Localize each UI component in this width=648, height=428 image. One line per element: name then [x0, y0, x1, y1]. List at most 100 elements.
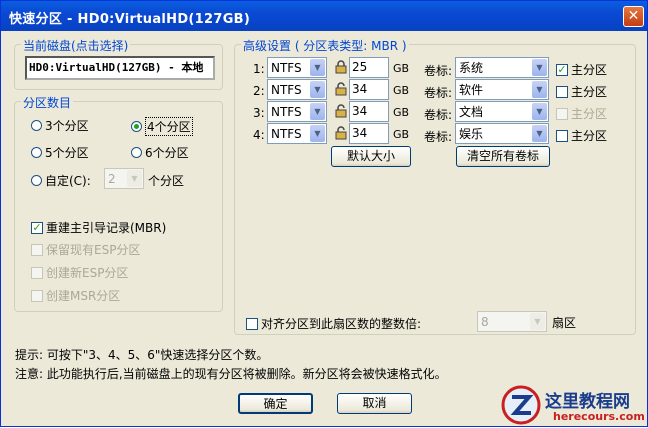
volume-label-text: 卷标:	[424, 130, 453, 144]
lock-open-icon[interactable]	[335, 126, 347, 140]
fs-value: NTFS	[271, 126, 302, 141]
chevron-down-icon[interactable]: ▼	[310, 81, 325, 98]
fs-value: NTFS	[271, 60, 302, 75]
partition-1-size-input[interactable]: 25	[349, 57, 389, 78]
title-bar[interactable]: 快速分区 - HD0:VirtualHD(127GB) ✕	[1, 1, 647, 31]
clear-labels-button[interactable]: 清空所有卷标	[456, 146, 550, 167]
checkbox-label: 对齐分区到此扇区数的整数倍:	[261, 317, 422, 331]
radio-button-selected[interactable]	[131, 121, 142, 132]
radio-label: 3个分区	[45, 119, 89, 133]
keep-esp-checkbox[interactable]: 保留现有ESP分区	[31, 241, 140, 258]
checkbox-disabled[interactable]	[556, 107, 568, 120]
lock-closed-icon[interactable]	[335, 60, 347, 74]
partition-3-volume-select[interactable]: 文档 ▼	[455, 101, 549, 122]
default-size-button[interactable]: 默认大小	[331, 146, 411, 167]
checkbox-disabled[interactable]	[31, 289, 43, 302]
checkbox-label: 重建主引导记录(MBR)	[46, 221, 167, 235]
window-title: 快速分区 - HD0:VirtualHD(127GB)	[9, 12, 251, 27]
checkbox-label: 主分区	[571, 107, 608, 121]
checkbox-checked[interactable]: ✓	[31, 221, 43, 234]
partition-4-volume-select[interactable]: 娱乐 ▼	[455, 123, 549, 144]
partition-2-volume-select[interactable]: 软件 ▼	[455, 79, 549, 100]
watermark-title: 这里教程网	[545, 392, 630, 412]
checkbox-label: 主分区	[571, 85, 608, 99]
watermark-url: herecours.com	[553, 410, 645, 423]
radio-label: 自定(C):	[45, 174, 91, 188]
chevron-down-icon[interactable]: ▼	[532, 59, 547, 76]
watermark-logo: 这里教程网 herecours.com	[499, 385, 648, 428]
quick-partition-dialog: 快速分区 - HD0:VirtualHD(127GB) ✕ 当前磁盘(点击选择)…	[0, 0, 648, 427]
partition-4-size-input[interactable]: 34	[349, 123, 389, 144]
partition-1-primary-checkbox[interactable]: ✓ 主分区	[556, 61, 607, 78]
checkbox[interactable]	[556, 85, 568, 98]
advanced-settings-label: 高级设置 ( 分区表类型: MBR )	[241, 37, 409, 54]
chevron-down-icon[interactable]: ▼	[310, 125, 325, 142]
fs-value: NTFS	[271, 82, 302, 97]
radio-5-partitions[interactable]: 5个分区	[31, 144, 89, 161]
lock-open-icon[interactable]	[335, 82, 347, 96]
checkbox-label: 主分区	[571, 63, 608, 77]
partition-4-number: 4:	[253, 128, 265, 142]
chevron-down-icon[interactable]: ▼	[532, 103, 547, 120]
volume-value: 系统	[459, 61, 484, 75]
volume-value: 娱乐	[459, 127, 484, 141]
radio-label: 5个分区	[45, 146, 89, 160]
warning-text: 注意: 此功能执行后,当前磁盘上的现有分区将被删除。新分区将会被快速格式化。	[15, 367, 447, 381]
checkbox[interactable]	[556, 129, 568, 142]
align-partition-checkbox[interactable]: 对齐分区到此扇区数的整数倍:	[246, 315, 421, 332]
custom-count-value: 2	[108, 171, 116, 186]
radio-button[interactable]	[131, 147, 142, 158]
partition-3-size-input[interactable]: 34	[349, 101, 389, 122]
partition-3-number: 3:	[253, 106, 265, 120]
ok-button[interactable]: 确定	[238, 393, 313, 414]
radio-3-partitions[interactable]: 3个分区	[31, 117, 89, 134]
partition-2-number: 2:	[253, 84, 265, 98]
align-sector-select[interactable]: 8 ▼	[477, 311, 547, 332]
checkbox-disabled[interactable]	[31, 243, 43, 256]
partition-count-label: 分区数目	[21, 94, 74, 111]
checkbox-disabled[interactable]	[31, 266, 43, 279]
align-sector-unit: 扇区	[552, 316, 577, 330]
lock-open-icon[interactable]	[335, 104, 347, 118]
radio-label: 4个分区	[145, 117, 193, 136]
current-disk-field[interactable]: HD0:VirtualHD(127GB) - 本地	[25, 56, 215, 80]
rebuild-mbr-checkbox[interactable]: ✓ 重建主引导记录(MBR)	[31, 219, 166, 236]
partition-2-size-input[interactable]: 34	[349, 79, 389, 100]
volume-value: 软件	[459, 83, 484, 97]
checkbox-checked[interactable]: ✓	[556, 63, 568, 76]
create-esp-checkbox[interactable]: 创建新ESP分区	[31, 264, 128, 281]
custom-count-select[interactable]: 2 ▼	[104, 168, 144, 189]
close-button[interactable]: ✕	[623, 6, 644, 27]
radio-6-partitions[interactable]: 6个分区	[131, 144, 189, 161]
align-sector-value: 8	[481, 314, 489, 329]
close-icon: ✕	[627, 8, 640, 24]
chevron-down-icon[interactable]: ▼	[310, 103, 325, 120]
custom-count-suffix: 个分区	[148, 174, 185, 188]
cancel-button[interactable]: 取消	[337, 393, 412, 414]
partition-4-fs-select[interactable]: NTFS ▼	[267, 123, 327, 144]
chevron-down-icon[interactable]: ▼	[530, 313, 545, 330]
radio-button[interactable]	[31, 147, 42, 158]
checkbox[interactable]	[246, 317, 258, 330]
checkbox-label: 主分区	[571, 129, 608, 143]
chevron-down-icon[interactable]: ▼	[532, 125, 547, 142]
partition-3-primary-checkbox[interactable]: 主分区	[556, 105, 607, 122]
radio-custom[interactable]: 自定(C):	[31, 172, 91, 189]
chevron-down-icon[interactable]: ▼	[310, 59, 325, 76]
size-unit: GB	[393, 128, 410, 141]
chevron-down-icon[interactable]: ▼	[532, 81, 547, 98]
radio-4-partitions[interactable]: 4个分区	[131, 117, 193, 136]
partition-2-fs-select[interactable]: NTFS ▼	[267, 79, 327, 100]
size-unit: GB	[393, 84, 410, 97]
chevron-down-icon[interactable]: ▼	[127, 170, 142, 187]
partition-1-fs-select[interactable]: NTFS ▼	[267, 57, 327, 78]
radio-button[interactable]	[31, 175, 42, 186]
create-msr-checkbox[interactable]: 创建MSR分区	[31, 287, 120, 304]
partition-3-fs-select[interactable]: NTFS ▼	[267, 101, 327, 122]
volume-value: 文档	[459, 105, 484, 119]
radio-button[interactable]	[31, 120, 42, 131]
partition-2-primary-checkbox[interactable]: 主分区	[556, 83, 607, 100]
current-disk-label: 当前磁盘(点击选择)	[21, 37, 131, 54]
partition-1-volume-select[interactable]: 系统 ▼	[455, 57, 549, 78]
partition-4-primary-checkbox[interactable]: 主分区	[556, 127, 607, 144]
